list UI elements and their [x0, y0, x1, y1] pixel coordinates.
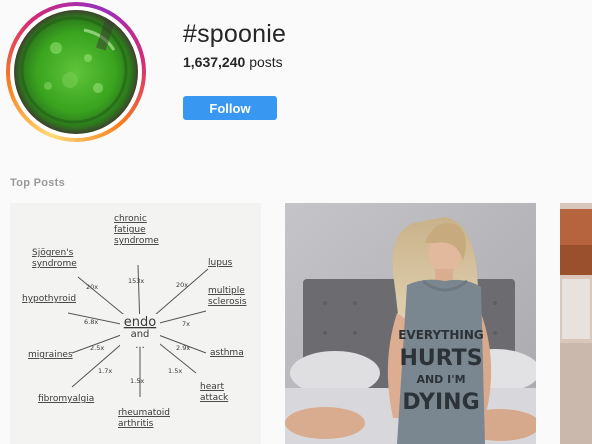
diagram-multiplier: 1.5x: [130, 377, 144, 385]
diagram-condition-text: attack: [200, 393, 229, 403]
diagram-condition-label: lupus: [208, 258, 233, 268]
diagram-multiplier: 2.9x: [176, 344, 190, 352]
diagram-condition-text: sclerosis: [208, 297, 247, 307]
diagram-condition-text: fibromyalgia: [38, 394, 94, 404]
post-count: 1,637,240 posts: [183, 54, 283, 70]
diagram-condition-text: hypothyroid: [22, 294, 76, 304]
diagram-multiplier: 1.7x: [98, 367, 112, 375]
diagram-condition-text: multiple: [208, 286, 245, 296]
diagram-condition-label: migraines: [28, 350, 73, 360]
diagram-multiplier: 2.5x: [90, 344, 104, 352]
diagram-condition-text: syndrome: [114, 236, 159, 246]
shirt-text-line: DYING: [402, 390, 479, 415]
diagram-multiplier: 153x: [128, 277, 144, 285]
diagram-condition-label: multiplesclerosis: [208, 286, 247, 307]
diagram-multiplier: 6.8x: [84, 318, 98, 326]
follow-button[interactable]: Follow: [183, 96, 277, 120]
diagram-center-text: and: [131, 329, 150, 340]
post-count-suffix: posts: [249, 54, 283, 70]
partial-photo: [560, 203, 592, 444]
hashtag-title: #spoonie: [183, 20, 287, 48]
green-juice-photo: [14, 10, 138, 134]
diagram-condition-text: chronic: [114, 214, 147, 224]
top-post-1[interactable]: chronic fatigue syndrome 153x lupus 20x multip…: [10, 203, 261, 444]
diagram-center-text: ...: [135, 340, 145, 351]
diagram-multiplier: 20x: [176, 281, 188, 289]
diagram-condition-label: hypothyroid: [22, 294, 76, 304]
diagram-condition-text: syndrome: [32, 259, 77, 269]
endo-diagram: chronicfatiguesyndrome153xlupus20xmultip…: [22, 214, 247, 429]
diagram-multiplier: 7x: [182, 320, 190, 328]
diagram-center-text: endo: [124, 315, 156, 330]
top-post-2[interactable]: EVERYTHING HURTS AND I'M DYING: [285, 203, 536, 444]
green-juice-image: [20, 10, 128, 124]
diagram-condition-text: Sjögren's: [32, 248, 74, 258]
diagram-condition-text: arthritis: [118, 419, 154, 429]
shirt-text-line: AND I'M: [416, 373, 465, 386]
diagram-multiplier: 20x: [86, 283, 98, 291]
diagram-condition-text: rheumatoid: [118, 408, 170, 418]
shirt-text-line: HURTS: [399, 346, 482, 371]
post-count-number: 1,637,240: [183, 54, 246, 70]
diagram-condition-text: lupus: [208, 258, 233, 268]
top-post-3[interactable]: [560, 203, 592, 444]
diagram-condition-label: Sjögren'ssyndrome: [32, 248, 77, 269]
top-posts-label: Top Posts: [10, 177, 66, 189]
shirt-text-line: EVERYTHING: [398, 328, 484, 342]
diagram-condition-text: asthma: [210, 348, 244, 358]
diagram-condition-label: heartattack: [200, 382, 229, 403]
diagram-condition-label: asthma: [210, 348, 244, 358]
diagram-condition-label: rheumatoidarthritis: [118, 408, 170, 429]
diagram-condition-text: fatigue: [114, 225, 146, 235]
diagram-condition-text: heart: [200, 382, 224, 392]
diagram-condition-label: fibromyalgia: [38, 394, 94, 404]
woman-photo: EVERYTHING HURTS AND I'M DYING: [285, 203, 536, 444]
diagram-condition-label: chronicfatiguesyndrome: [114, 214, 159, 246]
diagram-multiplier: 1.5x: [168, 367, 182, 375]
diagram-condition-text: migraines: [28, 350, 73, 360]
hashtag-avatar: [6, 2, 146, 142]
